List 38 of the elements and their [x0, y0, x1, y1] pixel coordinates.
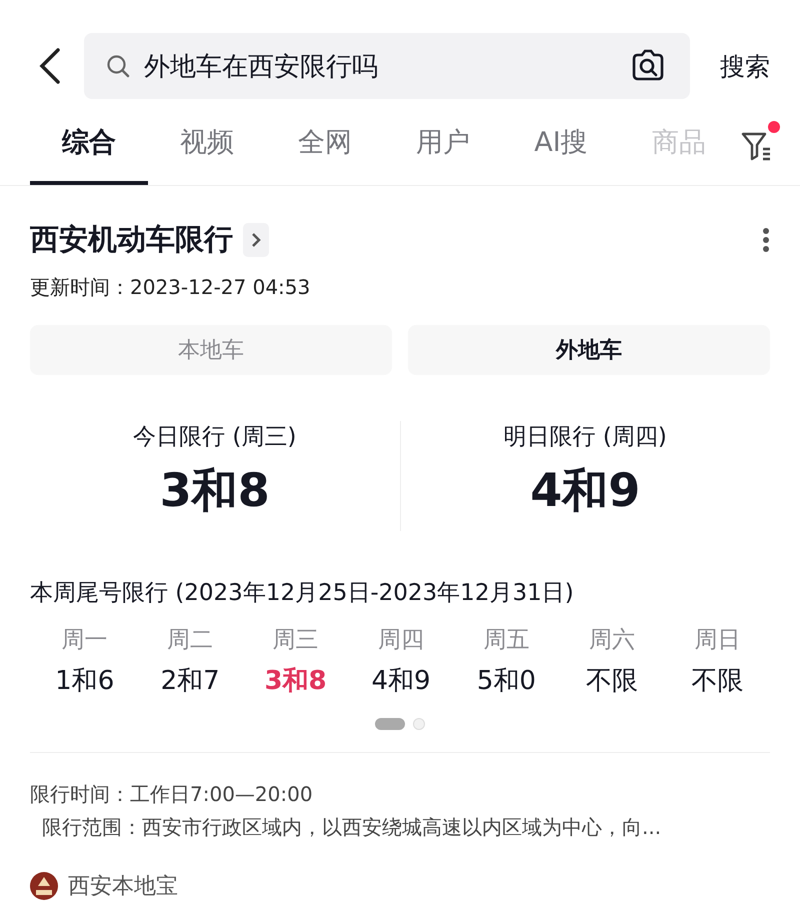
chevron-icon[interactable] [243, 223, 269, 257]
update-time: 更新时间：2023-12-27 04:53 [30, 274, 312, 301]
week-title: 本周尾号限行 (2023年12月25日-2023年12月31日) [30, 579, 575, 608]
day-label: 周二 [167, 626, 214, 655]
segment-tab[interactable]: 外地车 [408, 325, 770, 375]
day-label: 周四 [378, 626, 424, 655]
day-label: 周六 [588, 626, 635, 655]
day-numbers: 不限 [691, 665, 744, 698]
day-numbers: 4和9 [371, 665, 431, 698]
day-label: 周五 [483, 626, 530, 655]
source-logo-icon [30, 872, 58, 900]
summary-label: 今日限行 (周三) [133, 423, 296, 452]
summary-value: 4和9 [530, 462, 640, 519]
source-name[interactable]: 西安本地宝 [68, 871, 178, 901]
tab[interactable]: 视频 [148, 99, 266, 185]
search-field[interactable]: 外地车在西安限行吗 [142, 50, 618, 82]
tab[interactable]: 全网 [266, 99, 384, 185]
tab[interactable]: 综合 [30, 99, 148, 185]
day-numbers: 2和7 [160, 665, 220, 698]
camera-search-icon[interactable] [630, 49, 666, 83]
tab[interactable]: AI搜 [502, 99, 620, 185]
day-label: 周三 [272, 626, 319, 655]
day-numbers: 5和0 [476, 665, 536, 698]
summary-value: 3和8 [160, 462, 270, 519]
search-bar[interactable]: 外地车在西安限行吗 [84, 33, 690, 99]
search-icon [106, 54, 130, 78]
search-button[interactable]: 搜索 [710, 50, 770, 82]
card-title: 西安机动车限行 [30, 221, 233, 258]
day-numbers: 1和6 [55, 665, 114, 698]
day-label: 周一 [62, 626, 108, 655]
info-line: 限行范围：西安市行政区域内，以西安绕城高速以内区域为中心，向... [41, 814, 662, 841]
more-icon[interactable] [762, 227, 770, 253]
info-line: 限行时间：工作日7:00—20:00 [30, 781, 314, 808]
day-numbers: 不限 [586, 665, 638, 698]
tab[interactable]: 用户 [384, 99, 502, 185]
day-numbers: 3和8 [264, 665, 327, 698]
day-label: 周日 [694, 626, 740, 655]
summary-label: 明日限行 (周四) [504, 423, 667, 452]
